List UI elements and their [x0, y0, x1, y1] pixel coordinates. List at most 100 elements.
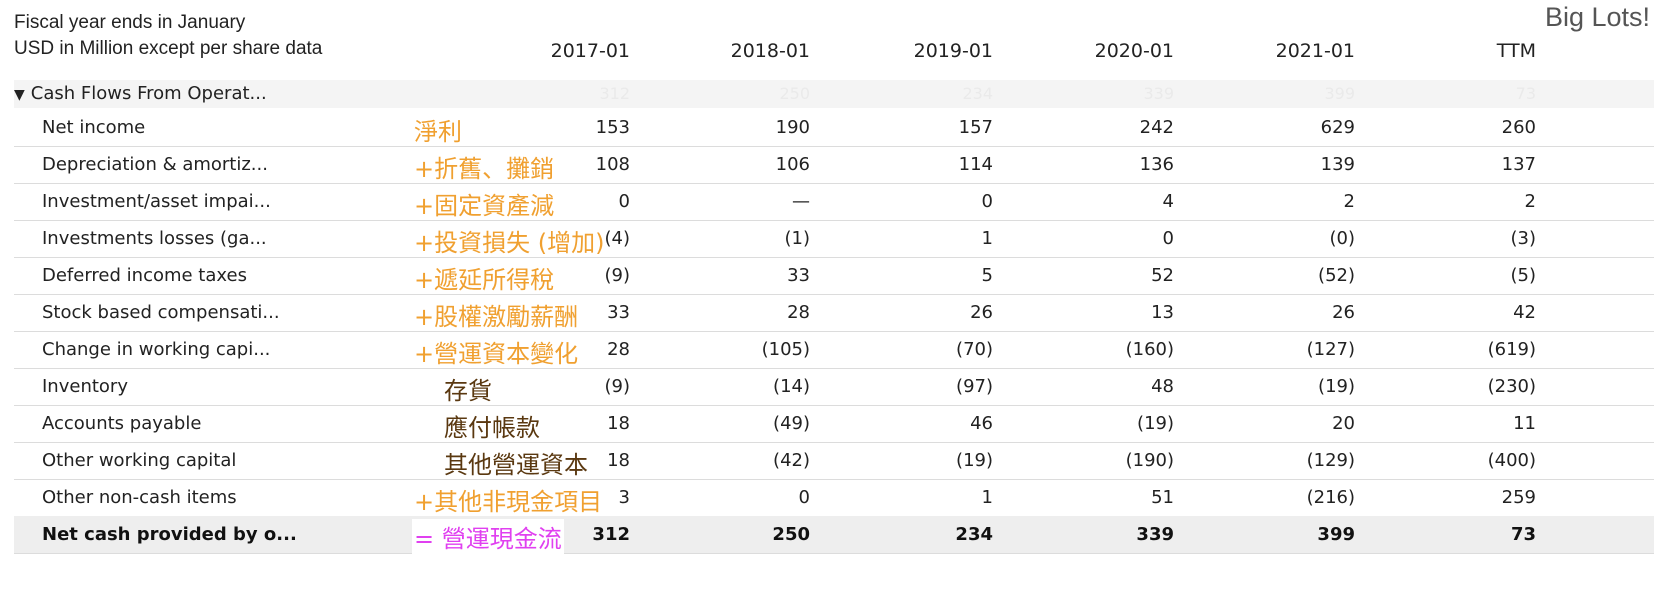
cell-value: 52 [1151, 265, 1174, 286]
cell-value: (619) [1487, 339, 1536, 360]
cell-value: 312 [592, 524, 630, 545]
year-header-2021: 2021-01 [1275, 40, 1355, 62]
chinese-annotation: 存貨 [444, 377, 492, 405]
cell-value: 20 [1332, 413, 1355, 434]
table-row: Depreciation & amortiz... +折舊、攤銷 108 106 114… [14, 146, 1654, 184]
row-label: Stock based compensati... [42, 302, 280, 323]
table-row: Inventory 存貨 (9) (14) (97) 48 (19) (230) [14, 368, 1654, 406]
table-row: Other working capital 其他營運資本 18 (42) (19) (19… [14, 442, 1654, 480]
cell-value: 108 [595, 154, 630, 175]
cell-value: 1 [981, 228, 993, 249]
cell-value: 51 [1151, 487, 1174, 508]
cell-value: (19) [956, 450, 993, 471]
year-header-2020: 2020-01 [1094, 40, 1174, 62]
cell-value: (5) [1510, 265, 1537, 286]
cell-value: (49) [773, 413, 810, 434]
cell-value: 2 [1524, 191, 1536, 212]
cell-value: 106 [775, 154, 810, 175]
cell-value: 339 [1136, 524, 1174, 545]
cell-value: 11 [1513, 413, 1536, 434]
cell-value: (52) [1318, 265, 1355, 286]
cell-value: 0 [618, 191, 630, 212]
cell-value: 157 [958, 117, 993, 138]
ghost-value: 250 [779, 84, 810, 103]
table-row: Investment/asset impai... +固定資產減 0—0 4 2 2 [14, 183, 1654, 221]
cell-value: 5 [981, 265, 993, 286]
ghost-value: 399 [1324, 84, 1355, 103]
cell-value: (127) [1306, 339, 1355, 360]
cell-value: (19) [1318, 376, 1355, 397]
cell-value: (129) [1306, 450, 1355, 471]
row-label: Other non-cash items [42, 487, 237, 508]
year-header-2018: 2018-01 [730, 40, 810, 62]
cell-value: 33 [607, 302, 630, 323]
cell-value: 33 [787, 265, 810, 286]
section-title: Cash Flows From Operat... [30, 83, 267, 104]
cell-value: 139 [1320, 154, 1355, 175]
cell-value: (160) [1125, 339, 1174, 360]
cell-value: (9) [604, 376, 631, 397]
table-row: Deferred income taxes +遞延所得稅 (9) 33 5 52 (52)(… [14, 257, 1654, 295]
table-row: Investments losses (ga... +投資損失 (增加) (4) (1… [14, 220, 1654, 258]
section-cash-flows-operating[interactable]: ▼ Cash Flows From Operat... 312 250 234 3… [14, 80, 1654, 108]
cell-value: 0 [1162, 228, 1174, 249]
cell-value: 2 [1343, 191, 1355, 212]
ghost-value: 234 [962, 84, 993, 103]
table-row: Stock based compensati... +股權激勵薪酬 33 28 26 13… [14, 294, 1654, 332]
cell-value: 3 [618, 487, 630, 508]
cell-value: 42 [1513, 302, 1536, 323]
table-row: Other non-cash items +其他非現金項目 3 0 1 51 (216) 25… [14, 479, 1654, 517]
cell-value: 153 [595, 117, 630, 138]
cell-value: (3) [1510, 228, 1537, 249]
row-label: Investments losses (ga... [42, 228, 267, 249]
cell-value: 250 [772, 524, 810, 545]
year-header-ttm: TTM [1496, 40, 1536, 62]
cell-value: 28 [607, 339, 630, 360]
row-label: Accounts payable [42, 413, 202, 434]
row-label: Investment/asset impai... [42, 191, 271, 212]
cell-value: (14) [773, 376, 810, 397]
cell-value: (42) [773, 450, 810, 471]
collapse-triangle-icon[interactable]: ▼ [14, 87, 25, 103]
cell-value: (19) [1137, 413, 1174, 434]
cell-value: (9) [604, 265, 631, 286]
cell-value: 0 [981, 191, 993, 212]
cell-value: (97) [956, 376, 993, 397]
row-label: Other working capital [42, 450, 237, 471]
cell-value: 137 [1501, 154, 1536, 175]
cell-value: (4) [604, 228, 631, 249]
table-row: Change in working capi... +營運資本變化 28 (105)(… [14, 331, 1654, 369]
ghost-value: 312 [599, 84, 630, 103]
cell-value: 4 [1162, 191, 1174, 212]
ghost-value: 339 [1143, 84, 1174, 103]
cell-value: (105) [761, 339, 810, 360]
ghost-value: 73 [1515, 84, 1536, 103]
cell-value: 190 [775, 117, 810, 138]
chinese-annotation: 淨利 [414, 118, 462, 146]
cell-value: (230) [1487, 376, 1536, 397]
row-label: Net cash provided by o... [42, 524, 297, 545]
cell-value: 259 [1501, 487, 1536, 508]
fiscal-year-note: Fiscal year ends in January [14, 12, 246, 33]
row-label: Depreciation & amortiz... [42, 154, 268, 175]
year-header-2019: 2019-01 [913, 40, 993, 62]
table-row: Net income 淨利 153 190 157 242 629 260 [14, 109, 1654, 147]
cell-value: 48 [1151, 376, 1174, 397]
cell-value: 26 [1332, 302, 1355, 323]
row-label: Change in working capi... [42, 339, 271, 360]
cell-value: (190) [1125, 450, 1174, 471]
units-note: USD in Million except per share data [14, 38, 323, 59]
cell-value: 399 [1317, 524, 1355, 545]
cell-value: 242 [1139, 117, 1174, 138]
cell-value: 629 [1320, 117, 1355, 138]
cell-value: 260 [1501, 117, 1536, 138]
year-header-2017: 2017-01 [550, 40, 630, 62]
table-row: Net cash provided by o... = 營運現金流 312 250 23… [14, 516, 1654, 554]
table-row: Accounts payable 應付帳款 18 (49) 46 (19) 20 11 [14, 405, 1654, 443]
cell-value: 234 [955, 524, 993, 545]
cell-value: 26 [970, 302, 993, 323]
row-label: Net income [42, 117, 146, 138]
cell-value: 114 [958, 154, 993, 175]
cell-value: (70) [956, 339, 993, 360]
cell-value: 18 [607, 450, 630, 471]
